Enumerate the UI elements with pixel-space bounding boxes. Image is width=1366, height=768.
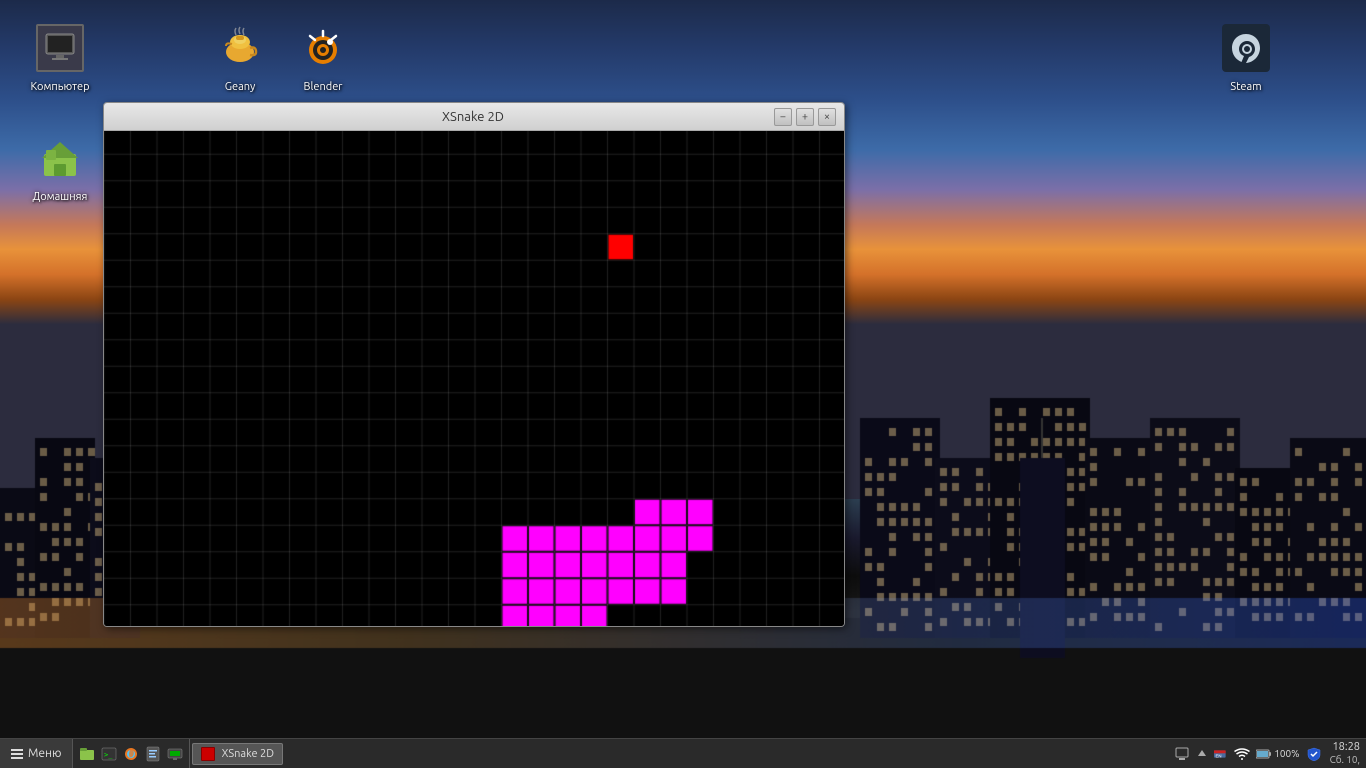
desktop-icon-steam[interactable]: Steam — [1206, 20, 1286, 98]
xsnake-window: XSnake 2D − + × — [103, 102, 845, 627]
close-button[interactable]: × — [818, 108, 836, 126]
desktop-icon-geany[interactable]: Geany — [200, 20, 280, 98]
svg-text:>_: >_ — [104, 751, 113, 759]
window-titlebar: XSnake 2D − + × — [104, 103, 844, 131]
quick-terminal-icon[interactable]: >_ — [99, 744, 119, 764]
taskbar-xsnake-button[interactable]: XSnake 2D — [192, 743, 283, 765]
menu-icon — [10, 747, 24, 761]
notification-tray-icon[interactable] — [1194, 746, 1210, 762]
desktop: Компьютер Geany — [0, 0, 1366, 768]
security-icon[interactable] — [1306, 746, 1322, 762]
game-area[interactable] — [104, 131, 845, 627]
datetime-display[interactable]: 18:28 Сб. 10, — [1330, 741, 1360, 766]
battery-percent: 100% — [1274, 748, 1299, 759]
show-desktop-icon[interactable] — [1174, 746, 1190, 762]
date-display: Сб. 10, — [1330, 754, 1360, 766]
computer-icon-label: Компьютер — [30, 81, 89, 93]
quick-editor-icon[interactable] — [143, 744, 163, 764]
desktop-icon-blender[interactable]: Blender — [283, 20, 363, 98]
minimize-button[interactable]: − — [774, 108, 792, 126]
battery-icon[interactable]: 100% — [1254, 746, 1301, 762]
window-title: XSnake 2D — [172, 110, 774, 124]
taskbar-apps: XSnake 2D — [190, 739, 285, 768]
game-canvas — [104, 131, 845, 627]
quick-filemanager-icon[interactable] — [77, 744, 97, 764]
geany-icon-label: Geany — [225, 81, 256, 93]
desktop-icon-home[interactable]: Домашняя — [20, 130, 100, 208]
time-display: 18:28 — [1332, 741, 1360, 754]
system-tray: EN 100% — [1168, 739, 1366, 768]
wifi-icon[interactable] — [1234, 746, 1250, 762]
desktop-icon-computer[interactable]: Компьютер — [20, 20, 100, 98]
start-menu-button[interactable]: Меню — [0, 739, 73, 768]
start-label: Меню — [28, 747, 62, 760]
blender-icon-label: Blender — [304, 81, 343, 93]
xsnake-taskbar-label: XSnake 2D — [222, 748, 274, 760]
keyboard-layout-icon[interactable]: EN — [1214, 746, 1230, 762]
xsnake-app-icon — [201, 747, 215, 761]
taskbar: Меню >_ — [0, 738, 1366, 768]
quick-firefox-icon[interactable] — [121, 744, 141, 764]
quick-launch-bar: >_ — [73, 739, 190, 768]
quick-system-icon[interactable] — [165, 744, 185, 764]
svg-text:EN: EN — [1216, 753, 1222, 758]
maximize-button[interactable]: + — [796, 108, 814, 126]
home-icon-label: Домашняя — [33, 191, 88, 203]
steam-icon-label: Steam — [1230, 81, 1261, 93]
window-controls: − + × — [774, 108, 836, 126]
